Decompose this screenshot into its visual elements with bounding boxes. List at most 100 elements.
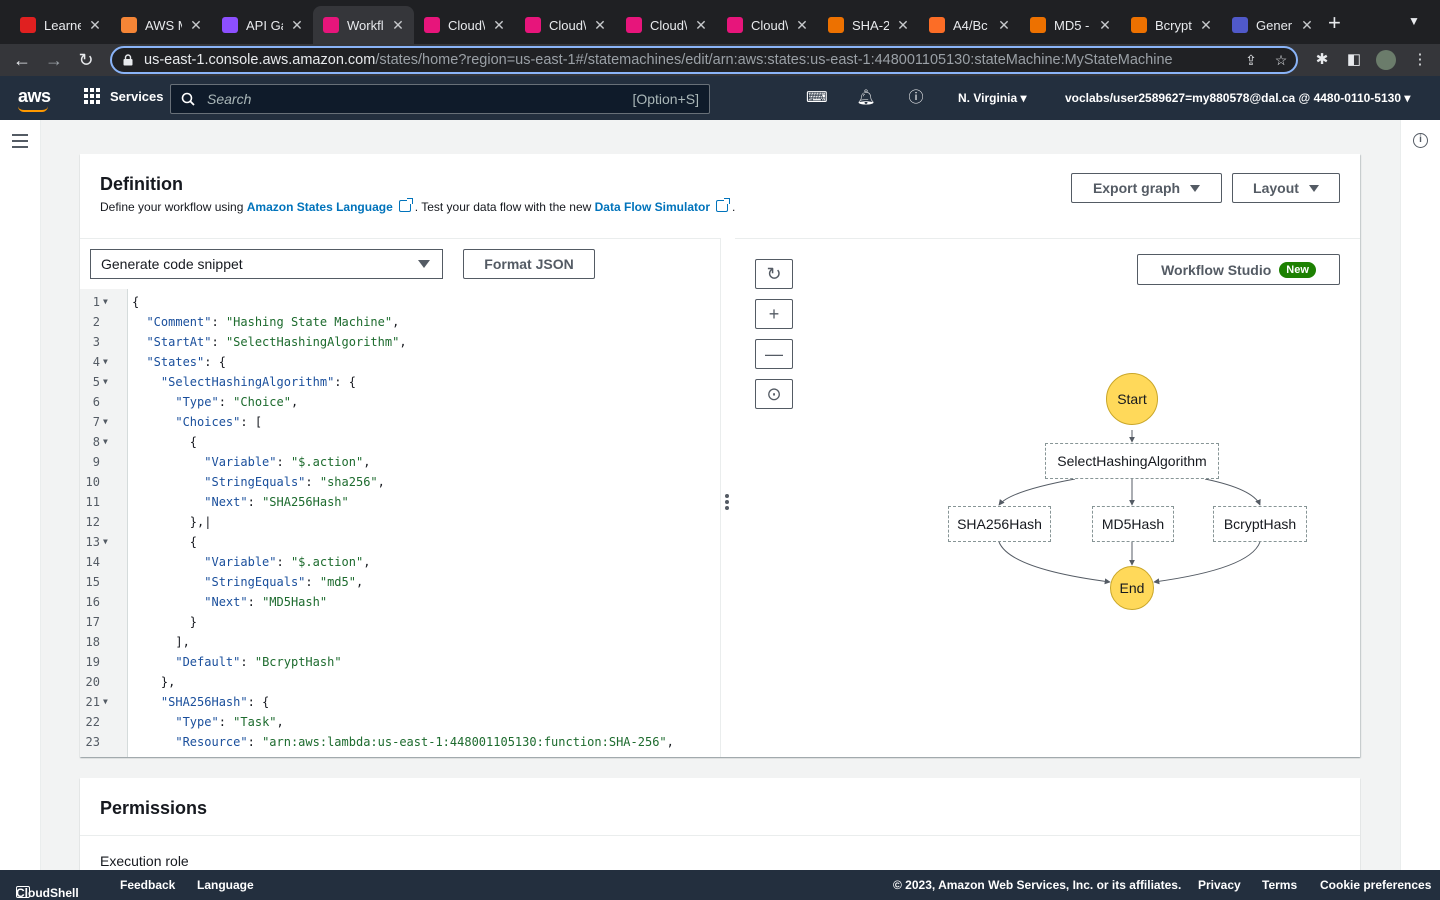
reload-icon[interactable]: ↻ — [74, 48, 98, 72]
aws-logo[interactable]: aws — [18, 86, 51, 107]
services-grid-icon — [84, 88, 100, 104]
tab-favicon-icon — [727, 17, 743, 33]
cookie-preferences-link[interactable]: Cookie preferences — [1320, 878, 1431, 892]
export-graph-button[interactable]: Export graph — [1071, 173, 1222, 203]
code-text: "Resource": "arn:aws:lambda:us-east-1:44… — [175, 735, 674, 749]
account-menu[interactable]: voclabs/user2589627=my880578@dal.ca @ 44… — [1065, 91, 1410, 105]
browser-tab[interactable]: Learner ✕ — [10, 6, 111, 44]
browser-tab[interactable]: Workfl ✕ — [313, 6, 414, 44]
help-icon[interactable]: ⓘ — [906, 88, 926, 108]
fold-toggle-icon[interactable]: ▼ — [103, 432, 108, 452]
zoom-out-icon[interactable]: — — [755, 339, 793, 369]
fold-toggle-icon[interactable]: ▼ — [103, 292, 108, 312]
layout-button[interactable]: Layout — [1232, 173, 1340, 203]
edge-choice-sha256 — [998, 478, 1076, 506]
new-tab-button[interactable]: + — [1328, 12, 1341, 34]
close-tab-icon[interactable]: ✕ — [895, 17, 911, 34]
close-tab-icon[interactable]: ✕ — [693, 17, 709, 34]
close-tab-icon[interactable]: ✕ — [1299, 17, 1315, 34]
chrome-menu-icon[interactable]: ⋮ — [1410, 50, 1430, 70]
profile-avatar[interactable] — [1376, 50, 1396, 70]
services-menu[interactable]: Services — [84, 88, 164, 104]
asl-link[interactable]: Amazon States Language — [247, 200, 393, 214]
workflow-graph-pane: ↻ + — ⊙ Workflow Studio New Start SelectH… — [735, 238, 1360, 757]
terms-link[interactable]: Terms — [1262, 878, 1297, 892]
forward-icon[interactable]: → — [42, 48, 66, 72]
state-md5hash[interactable]: MD5Hash — [1092, 506, 1174, 542]
search-input[interactable] — [207, 91, 633, 107]
code-text: "StringEquals": "md5", — [204, 575, 364, 589]
browser-tab[interactable]: Bcrypt ✕ — [1121, 6, 1222, 44]
chevron-down-icon — [418, 260, 430, 268]
region-selector[interactable]: N. Virginia ▾ — [958, 91, 1027, 105]
aws-console-nav: aws Services [Option+S] ⌨ 🔔︎ ⓘ N. Virgin… — [0, 76, 1440, 120]
fold-toggle-icon[interactable]: ▼ — [103, 352, 108, 372]
tab-favicon-icon — [222, 17, 238, 33]
tab-search-icon[interactable]: ▼ — [1408, 14, 1420, 28]
format-json-button[interactable]: Format JSON — [463, 249, 595, 279]
info-icon[interactable]: i — [1413, 133, 1428, 148]
browser-tab[interactable]: A4/Bc ✕ — [919, 6, 1020, 44]
share-icon[interactable]: ⇪ — [1236, 52, 1266, 69]
json-code-editor[interactable]: 1 ▼{2 "Comment": "Hashing State Machine",… — [80, 289, 720, 757]
code-line: 4 ▼ "States": { — [80, 352, 720, 372]
workflow-studio-button[interactable]: Workflow Studio New — [1137, 254, 1340, 285]
data-flow-simulator-link[interactable]: Data Flow Simulator — [595, 200, 710, 214]
tab-title: AWS M — [145, 17, 182, 33]
browser-tab[interactable]: Cloud\ ✕ — [717, 6, 818, 44]
browser-tab[interactable]: SHA-2 ✕ — [818, 6, 919, 44]
browser-tab[interactable]: Gener ✕ — [1222, 6, 1323, 44]
extensions-icon[interactable]: ✱ — [1312, 50, 1332, 70]
close-tab-icon[interactable]: ✕ — [87, 17, 103, 34]
close-tab-icon[interactable]: ✕ — [390, 17, 406, 34]
edge-sha256-end — [998, 541, 1111, 585]
close-tab-icon[interactable]: ✕ — [1097, 17, 1113, 34]
state-bcrypthash[interactable]: BcryptHash — [1213, 506, 1307, 542]
fold-toggle-icon[interactable]: ▼ — [103, 692, 108, 712]
close-tab-icon[interactable]: ✕ — [592, 17, 608, 34]
console-search[interactable]: [Option+S] — [170, 84, 710, 114]
zoom-in-icon[interactable]: + — [755, 299, 793, 329]
code-snippet-select[interactable]: Generate code snippet — [90, 249, 443, 279]
side-navigation-rail — [0, 120, 41, 870]
fold-toggle-icon[interactable]: ▼ — [103, 412, 108, 432]
browser-tab[interactable]: AWS M ✕ — [111, 6, 212, 44]
browser-tab[interactable]: Cloud\ ✕ — [515, 6, 616, 44]
close-tab-icon[interactable]: ✕ — [996, 17, 1012, 34]
side-panel-icon[interactable]: ◧ — [1344, 50, 1364, 70]
lock-icon — [123, 54, 133, 66]
privacy-link[interactable]: Privacy — [1198, 878, 1241, 892]
notifications-bell-icon[interactable]: 🔔︎ — [856, 88, 876, 108]
state-select-hashing-algorithm[interactable]: SelectHashingAlgorithm — [1045, 443, 1219, 479]
close-tab-icon[interactable]: ✕ — [1198, 17, 1214, 34]
code-text: "Type": "Choice", — [175, 395, 299, 409]
state-end[interactable]: End — [1110, 566, 1154, 610]
cloudshell-icon[interactable]: ⌨ — [806, 88, 828, 108]
line-number: 1 — [92, 295, 100, 309]
browser-tab[interactable]: MD5 - ✕ — [1020, 6, 1121, 44]
menu-hamburger-icon[interactable] — [12, 134, 28, 152]
tab-title: A4/Bc — [953, 17, 988, 33]
refresh-graph-icon[interactable]: ↻ — [755, 259, 793, 289]
center-graph-icon[interactable]: ⊙ — [755, 379, 793, 409]
close-tab-icon[interactable]: ✕ — [188, 17, 204, 34]
language-link[interactable]: Language — [197, 878, 254, 892]
state-sha256hash[interactable]: SHA256Hash — [948, 506, 1051, 542]
external-link-icon — [398, 198, 413, 212]
close-tab-icon[interactable]: ✕ — [491, 17, 507, 34]
address-bar[interactable]: us-east-1.console.aws.amazon.com/states/… — [110, 46, 1298, 74]
fold-toggle-icon[interactable]: ▼ — [103, 532, 108, 552]
state-start[interactable]: Start — [1106, 373, 1158, 425]
browser-tab[interactable]: Cloud\ ✕ — [414, 6, 515, 44]
close-tab-icon[interactable]: ✕ — [794, 17, 810, 34]
back-icon[interactable]: ← — [10, 48, 34, 72]
close-tab-icon[interactable]: ✕ — [289, 17, 305, 34]
pane-resize-handle[interactable] — [725, 494, 729, 512]
fold-toggle-icon[interactable]: ▼ — [103, 372, 108, 392]
external-link-icon — [716, 198, 730, 212]
browser-tab[interactable]: API Ga ✕ — [212, 6, 313, 44]
bookmark-star-icon[interactable]: ☆ — [1266, 52, 1296, 69]
aws-logo-smile — [18, 106, 48, 112]
feedback-link[interactable]: Feedback — [120, 878, 175, 892]
browser-tab[interactable]: Cloud\ ✕ — [616, 6, 717, 44]
